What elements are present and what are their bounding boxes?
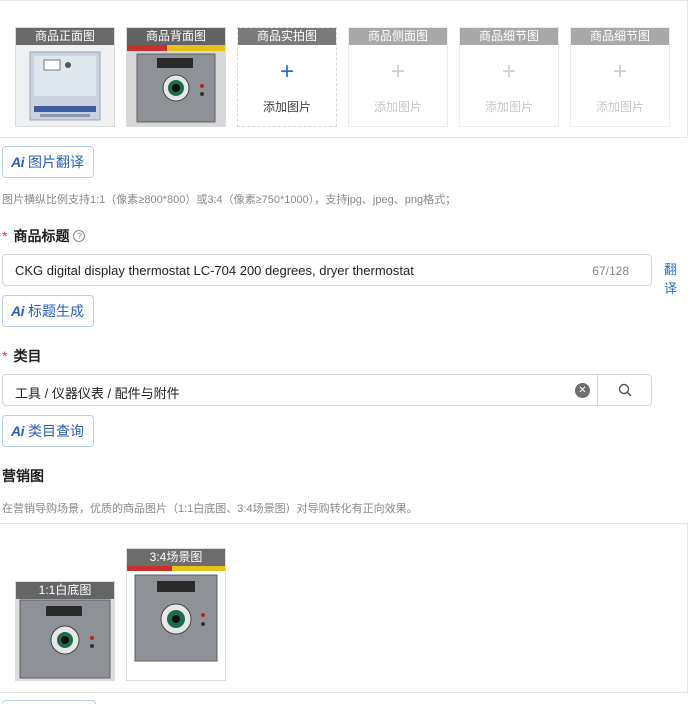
- image-slot-front[interactable]: 商品正面图: [15, 27, 115, 127]
- image-slot-real-shot[interactable]: 商品实拍图 + 添加图片: [237, 27, 337, 127]
- plus-icon: +: [501, 58, 516, 85]
- thermostat-scene-image: [127, 549, 225, 680]
- partially-visible-button[interactable]: [2, 700, 96, 704]
- slot-label: 商品实拍图: [238, 28, 336, 45]
- title-generate-button[interactable]: Ai 标题生成: [2, 295, 94, 327]
- image-slot-side: 商品侧面图 + 添加图片: [348, 27, 448, 127]
- image-format-hint: 图片横纵比例支持1:1（像素≥800*800）或3:4（像素≥750*1000）…: [2, 194, 457, 206]
- title-label-text: 商品标题: [13, 228, 70, 244]
- search-icon: [618, 383, 631, 397]
- marketing-image-panel: 1:1白底图 3:4场景图: [0, 523, 688, 693]
- ai-icon: Ai: [11, 303, 25, 319]
- marketing-label-text: 营销图: [2, 468, 44, 484]
- category-query-label: 类目查询: [28, 423, 84, 439]
- product-image-panel: 商品正面图 商品背面图 商品实拍图 + 添加图片 商品侧面图 + 添加图片 商品…: [0, 0, 688, 138]
- help-icon[interactable]: ?: [73, 230, 86, 242]
- slot-label: 3:4场景图: [127, 549, 225, 566]
- slot-label: 商品正面图: [16, 28, 114, 45]
- add-image-label: 添加图片: [373, 100, 422, 114]
- image-slot-detail-1: 商品细节图 + 添加图片: [459, 27, 559, 127]
- add-image-label: 添加图片: [262, 100, 311, 114]
- plus-icon: +: [390, 58, 405, 85]
- marketing-slot-scene[interactable]: 3:4场景图: [126, 548, 226, 681]
- add-image-label: 添加图片: [595, 100, 644, 114]
- slot-label: 商品细节图: [460, 28, 558, 45]
- image-slot-detail-2: 商品细节图 + 添加图片: [570, 27, 670, 127]
- marketing-hint: 在营销导购场景，优质的商品图片（1:1白底图、3:4场景图）对导购转化有正向效果…: [2, 503, 418, 515]
- slot-label: 1:1白底图: [16, 582, 114, 599]
- marketing-field-label: 营销图: [2, 466, 44, 486]
- category-value: 工具 / 仪器仪表 / 配件与附件: [15, 386, 180, 401]
- title-char-count: 67/128: [592, 264, 629, 278]
- add-image-label: 添加图片: [484, 100, 533, 114]
- title-field-label: * 商品标题 ?: [2, 226, 86, 246]
- category-label-text: 类目: [13, 348, 42, 364]
- plus-icon: +: [279, 58, 294, 85]
- clear-icon[interactable]: ✕: [575, 383, 590, 398]
- required-mark: *: [2, 348, 8, 364]
- category-search-button[interactable]: [597, 375, 651, 405]
- slot-label: 商品背面图: [127, 28, 225, 45]
- required-mark: *: [2, 228, 8, 244]
- translate-link[interactable]: 翻译: [664, 259, 688, 297]
- image-translate-label: 图片翻译: [28, 154, 84, 170]
- plus-icon: +: [612, 58, 627, 85]
- slot-label: 商品细节图: [571, 28, 669, 45]
- marketing-slot-white-bg[interactable]: 1:1白底图: [15, 581, 115, 681]
- category-query-button[interactable]: Ai 类目查询: [2, 415, 94, 447]
- category-select[interactable]: 工具 / 仪器仪表 / 配件与附件 ✕: [2, 374, 652, 406]
- image-translate-button[interactable]: Ai 图片翻译: [2, 146, 94, 178]
- title-generate-label: 标题生成: [28, 303, 84, 319]
- product-title-input[interactable]: CKG digital display thermostat LC-704 20…: [2, 254, 652, 286]
- category-field-label: * 类目: [2, 346, 41, 366]
- image-slot-back[interactable]: 商品背面图: [126, 27, 226, 127]
- product-title-value: CKG digital display thermostat LC-704 20…: [15, 263, 414, 278]
- ai-icon: Ai: [11, 154, 25, 170]
- ai-icon: Ai: [11, 423, 25, 439]
- slot-label: 商品侧面图: [349, 28, 447, 45]
